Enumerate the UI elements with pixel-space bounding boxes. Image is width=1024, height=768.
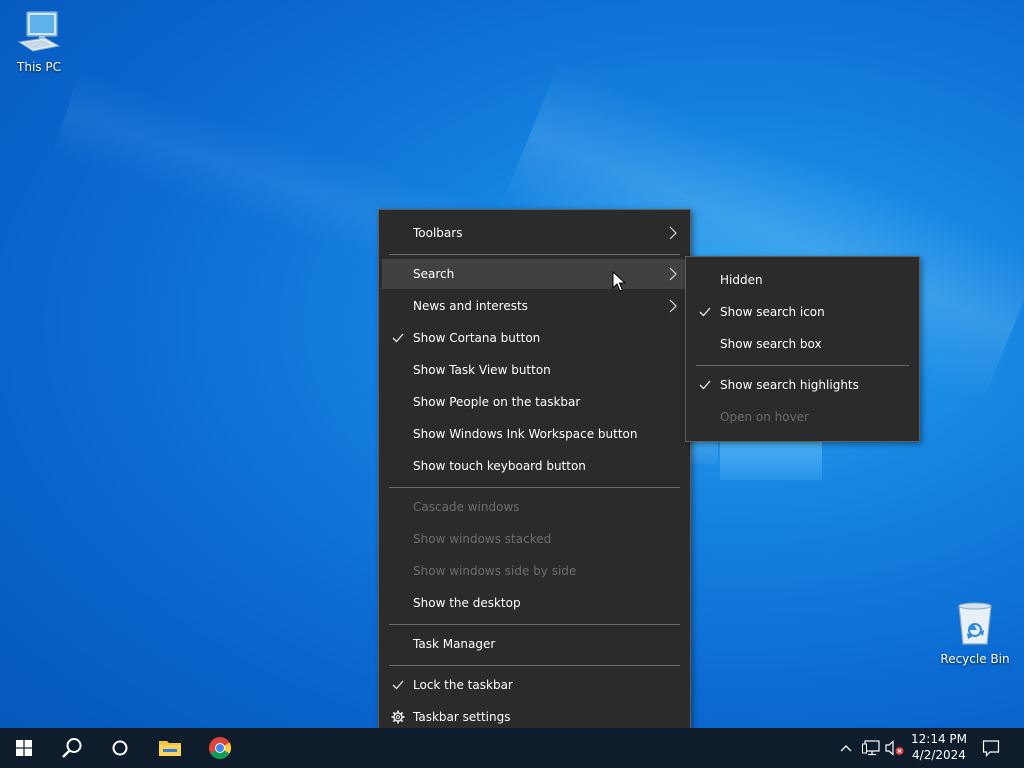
chevron-up-icon [840, 745, 852, 752]
computer-icon [17, 11, 61, 52]
volume-button[interactable] [884, 728, 906, 768]
clock-time: 12:14 PM [911, 732, 967, 746]
desktop-icon-label: This PC [17, 60, 61, 74]
recycle-bin-icon [958, 602, 992, 645]
desktop-icon-recycle-bin[interactable]: Recycle Bin [937, 600, 1013, 666]
gear-icon [391, 710, 405, 724]
taskbar: 12:14 PM 4/2/2024 [0, 728, 1024, 768]
menu-separator [389, 254, 680, 255]
menu-item-show-task-view-button[interactable]: Show Task View button [382, 355, 687, 385]
menu-item-label: Taskbar settings [413, 710, 511, 724]
submenu-item-show-search-icon[interactable]: Show search icon [689, 297, 916, 327]
chevron-right-icon [669, 299, 677, 313]
menu-item-toolbars[interactable]: Toolbars [382, 218, 687, 248]
menu-separator [389, 624, 680, 625]
menu-item-label: Show search highlights [720, 378, 859, 392]
cortana-button[interactable] [96, 728, 144, 768]
action-center-button[interactable] [976, 728, 1006, 768]
menu-item-label: Show touch keyboard button [413, 459, 586, 473]
menu-separator [389, 665, 680, 666]
menu-separator [696, 365, 909, 366]
menu-item-label: Show Windows Ink Workspace button [413, 427, 638, 441]
chrome-icon [209, 737, 231, 759]
menu-item-label: Open on hover [720, 410, 809, 424]
network-icon [862, 740, 880, 756]
wallpaper-logo-pane [720, 440, 822, 480]
start-button[interactable] [0, 728, 48, 768]
menu-separator [389, 487, 680, 488]
menu-item-show-ink-workspace[interactable]: Show Windows Ink Workspace button [382, 419, 687, 449]
submenu-item-hidden[interactable]: Hidden [689, 265, 916, 295]
menu-item-show-cortana-button[interactable]: Show Cortana button [382, 323, 687, 353]
submenu-item-show-search-box[interactable]: Show search box [689, 329, 916, 359]
taskbar-context-menu: Toolbars Search News and interests Show … [378, 209, 691, 743]
search-submenu: Hidden Show search icon Show search box … [685, 256, 920, 442]
menu-item-show-the-desktop[interactable]: Show the desktop [382, 588, 687, 618]
search-button[interactable] [48, 728, 96, 768]
menu-item-label: Lock the taskbar [413, 678, 513, 692]
menu-item-lock-the-taskbar[interactable]: Lock the taskbar [382, 670, 687, 700]
checkmark-icon [699, 307, 711, 317]
checkmark-icon [392, 680, 404, 690]
taskbar-clock[interactable]: 12:14 PM 4/2/2024 [908, 731, 970, 765]
mouse-cursor-icon [612, 271, 626, 292]
menu-item-show-touch-keyboard[interactable]: Show touch keyboard button [382, 451, 687, 481]
menu-item-label: Show the desktop [413, 596, 521, 610]
file-explorer-icon [159, 741, 181, 756]
menu-item-label: Cascade windows [413, 500, 520, 514]
menu-item-show-people[interactable]: Show People on the taskbar [382, 387, 687, 417]
clock-date: 4/2/2024 [912, 748, 966, 762]
menu-item-label: Show windows stacked [413, 532, 552, 546]
checkmark-icon [392, 333, 404, 343]
menu-item-label: Show Cortana button [413, 331, 541, 345]
chevron-right-icon [669, 226, 677, 240]
menu-item-cascade-windows: Cascade windows [382, 492, 687, 522]
volume-muted-icon [885, 740, 904, 756]
search-icon [62, 738, 82, 758]
menu-item-news-and-interests[interactable]: News and interests [382, 291, 687, 321]
menu-item-label: Hidden [720, 273, 763, 287]
desktop-icon-label: Recycle Bin [940, 652, 1010, 666]
wallpaper-logo-pane [690, 440, 718, 464]
menu-item-label: Toolbars [413, 226, 463, 240]
chevron-right-icon [669, 267, 677, 281]
menu-item-label: News and interests [413, 299, 528, 313]
menu-item-label: Search [413, 267, 455, 281]
menu-item-search[interactable]: Search [382, 259, 687, 289]
windows-start-icon [16, 740, 32, 756]
file-explorer-button[interactable] [146, 728, 194, 768]
chrome-button[interactable] [196, 728, 244, 768]
menu-item-label: Show windows side by side [413, 564, 577, 578]
cortana-icon [112, 740, 128, 756]
menu-item-label: Show search icon [720, 305, 825, 319]
menu-item-task-manager[interactable]: Task Manager [382, 629, 687, 659]
submenu-item-show-search-highlights[interactable]: Show search highlights [689, 370, 916, 400]
notification-icon [982, 740, 1000, 757]
menu-item-show-windows-stacked: Show windows stacked [382, 524, 687, 554]
menu-item-show-windows-side-by-side: Show windows side by side [382, 556, 687, 586]
menu-item-label: Show People on the taskbar [413, 395, 581, 409]
menu-item-label: Show Task View button [413, 363, 551, 377]
submenu-item-open-on-hover: Open on hover [689, 402, 916, 432]
network-button[interactable] [860, 728, 882, 768]
checkmark-icon [699, 380, 711, 390]
menu-item-label: Show search box [720, 337, 822, 351]
desktop-icon-this-pc[interactable]: This PC [1, 8, 77, 74]
menu-item-label: Task Manager [413, 637, 496, 651]
show-hidden-icons-button[interactable] [836, 728, 856, 768]
